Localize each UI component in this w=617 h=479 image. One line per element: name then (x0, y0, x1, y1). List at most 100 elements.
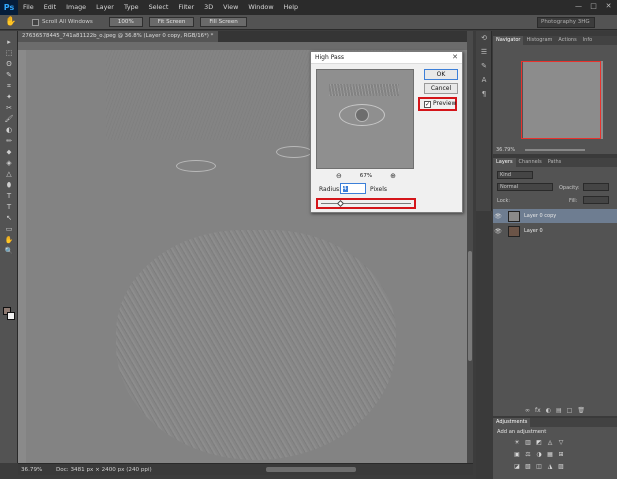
threshold-icon[interactable]: ◫ (535, 463, 543, 471)
tab-layers[interactable]: Layers (493, 158, 516, 167)
fit-screen-button[interactable]: Fit Screen (148, 17, 195, 27)
invert-icon[interactable]: ◪ (513, 463, 521, 471)
tab-paths[interactable]: Paths (545, 158, 565, 167)
fill-field[interactable] (583, 196, 609, 204)
menu-edit[interactable]: Edit (39, 0, 61, 15)
mask-icon[interactable]: ◐ (546, 407, 551, 414)
link-icon[interactable]: ∞ (525, 407, 530, 414)
curves-icon[interactable]: ◩ (535, 439, 543, 447)
hue-saturation-icon[interactable]: ▣ (513, 451, 521, 459)
close-icon[interactable]: ✕ (604, 2, 613, 11)
navigator-view-rectangle[interactable] (521, 61, 601, 139)
clone-stamp-tool-icon[interactable]: ◐ (0, 125, 18, 136)
type-tool-icon[interactable]: T (0, 202, 18, 213)
menu-type[interactable]: Type (119, 0, 144, 15)
history-icon[interactable]: ⟲ (476, 31, 492, 45)
healing-tool-icon[interactable]: ✂ (0, 103, 18, 114)
menu-image[interactable]: Image (61, 0, 91, 15)
radius-input[interactable]: 4 (340, 183, 366, 194)
adjustment-layer-icon[interactable]: ▤ (556, 407, 562, 414)
properties-icon[interactable]: ☰ (476, 45, 492, 59)
horizontal-scroll-thumb[interactable] (266, 467, 356, 472)
maximize-icon[interactable]: □ (589, 2, 598, 11)
brightness-icon[interactable]: ☀ (513, 439, 521, 447)
scroll-all-windows-checkbox[interactable] (32, 18, 39, 26)
quick-select-tool-icon[interactable]: ✎ (0, 70, 18, 81)
posterize-icon[interactable]: ▧ (524, 463, 532, 471)
blend-mode-select[interactable]: Normal (497, 183, 553, 191)
exposure-icon[interactable]: ◬ (546, 439, 554, 447)
dialog-titlebar[interactable]: High Pass ✕ (311, 52, 462, 64)
ok-button[interactable]: OK (424, 69, 458, 80)
hand-tool-icon[interactable]: ✋ (4, 16, 18, 28)
move-tool-icon[interactable]: ▸ (0, 37, 18, 48)
tab-actions[interactable]: Actions (555, 36, 579, 45)
shape-tool-icon[interactable]: ▭ (0, 224, 18, 235)
new-layer-icon[interactable]: □ (567, 407, 573, 414)
path-select-tool-icon[interactable]: ↖ (0, 213, 18, 224)
photo-filter-icon[interactable]: ▦ (546, 451, 554, 459)
menu-view[interactable]: View (218, 0, 243, 15)
history-brush-tool-icon[interactable]: ✏ (0, 136, 18, 147)
menu-help[interactable]: Help (279, 0, 304, 15)
gradient-map-icon[interactable]: ◮ (546, 463, 554, 471)
marquee-tool-icon[interactable]: ⬚ (0, 48, 18, 59)
black-white-icon[interactable]: ◑ (535, 451, 543, 459)
trash-icon[interactable]: 🗑 (577, 407, 585, 414)
selective-color-icon[interactable]: ▨ (557, 463, 565, 471)
radius-slider-thumb[interactable] (336, 199, 345, 208)
brush-tool-icon[interactable]: 🖌 (0, 114, 18, 125)
pen-tool-icon[interactable]: T (0, 191, 18, 202)
workspace-select[interactable]: Photography 3HG (537, 17, 595, 28)
cancel-button[interactable]: Cancel (424, 83, 458, 94)
layer-filter-select[interactable]: Kind (497, 171, 533, 179)
tab-navigator[interactable]: Navigator (493, 36, 524, 45)
blur-tool-icon[interactable]: △ (0, 169, 18, 180)
menu-file[interactable]: File (18, 0, 39, 15)
opacity-field[interactable] (583, 183, 609, 191)
vibrance-icon[interactable]: ▽ (557, 439, 565, 447)
close-icon[interactable]: ✕ (452, 53, 458, 61)
character-icon[interactable]: A (476, 73, 492, 87)
zoom-out-icon[interactable]: ⊖ (336, 172, 342, 180)
levels-icon[interactable]: ▥ (524, 439, 532, 447)
layer-row[interactable]: 👁 Layer 0 (493, 224, 617, 238)
visibility-eye-icon[interactable]: 👁 (493, 213, 503, 220)
color-balance-icon[interactable]: ⚖ (524, 451, 532, 459)
preview-checkbox[interactable]: ✓ (424, 101, 431, 108)
zoom-100-button[interactable]: 100% (108, 17, 143, 27)
tab-histogram[interactable]: Histogram (523, 36, 555, 45)
paragraph-icon[interactable]: ¶ (476, 87, 492, 101)
gradient-tool-icon[interactable]: ◈ (0, 158, 18, 169)
radius-slider-track[interactable] (321, 203, 411, 204)
menu-select[interactable]: Select (144, 0, 174, 15)
document-tab[interactable]: 27636578445_741a81122b_o.jpeg @ 36.8% (L… (18, 31, 218, 42)
zoom-tool-icon[interactable]: 🔍 (0, 246, 18, 257)
channel-mixer-icon[interactable]: ⊞ (557, 451, 565, 459)
background-color-swatch[interactable] (7, 312, 15, 320)
menu-window[interactable]: Window (243, 0, 278, 15)
minimize-icon[interactable]: — (574, 2, 583, 11)
tab-adjustments[interactable]: Adjustments (493, 418, 531, 427)
navigator-zoom-slider[interactable] (525, 149, 586, 151)
vertical-scrollbar[interactable] (467, 31, 473, 463)
fx-icon[interactable]: fx (535, 407, 541, 414)
lasso-tool-icon[interactable]: ʘ (0, 59, 18, 70)
crop-tool-icon[interactable]: ⌗ (0, 81, 18, 92)
menu-layer[interactable]: Layer (91, 0, 119, 15)
zoom-field[interactable]: 36.79% (18, 467, 46, 473)
menu-3d[interactable]: 3D (199, 0, 218, 15)
visibility-eye-icon[interactable]: 👁 (493, 228, 503, 235)
tab-info[interactable]: Info (580, 36, 595, 45)
eraser-tool-icon[interactable]: ⬥ (0, 147, 18, 158)
zoom-in-icon[interactable]: ⊕ (390, 172, 396, 180)
filter-preview[interactable] (316, 69, 414, 169)
fill-screen-button[interactable]: Fill Screen (200, 17, 247, 27)
layer-row[interactable]: 👁 Layer 0 copy (493, 209, 617, 223)
brush-panel-icon[interactable]: ✎ (476, 59, 492, 73)
hand-tool-icon[interactable]: ✋ (0, 235, 18, 246)
eyedropper-tool-icon[interactable]: ✦ (0, 92, 18, 103)
navigator-zoom[interactable]: 36.79% (496, 147, 515, 153)
tab-channels[interactable]: Channels (516, 158, 545, 167)
vertical-scroll-thumb[interactable] (468, 251, 472, 361)
